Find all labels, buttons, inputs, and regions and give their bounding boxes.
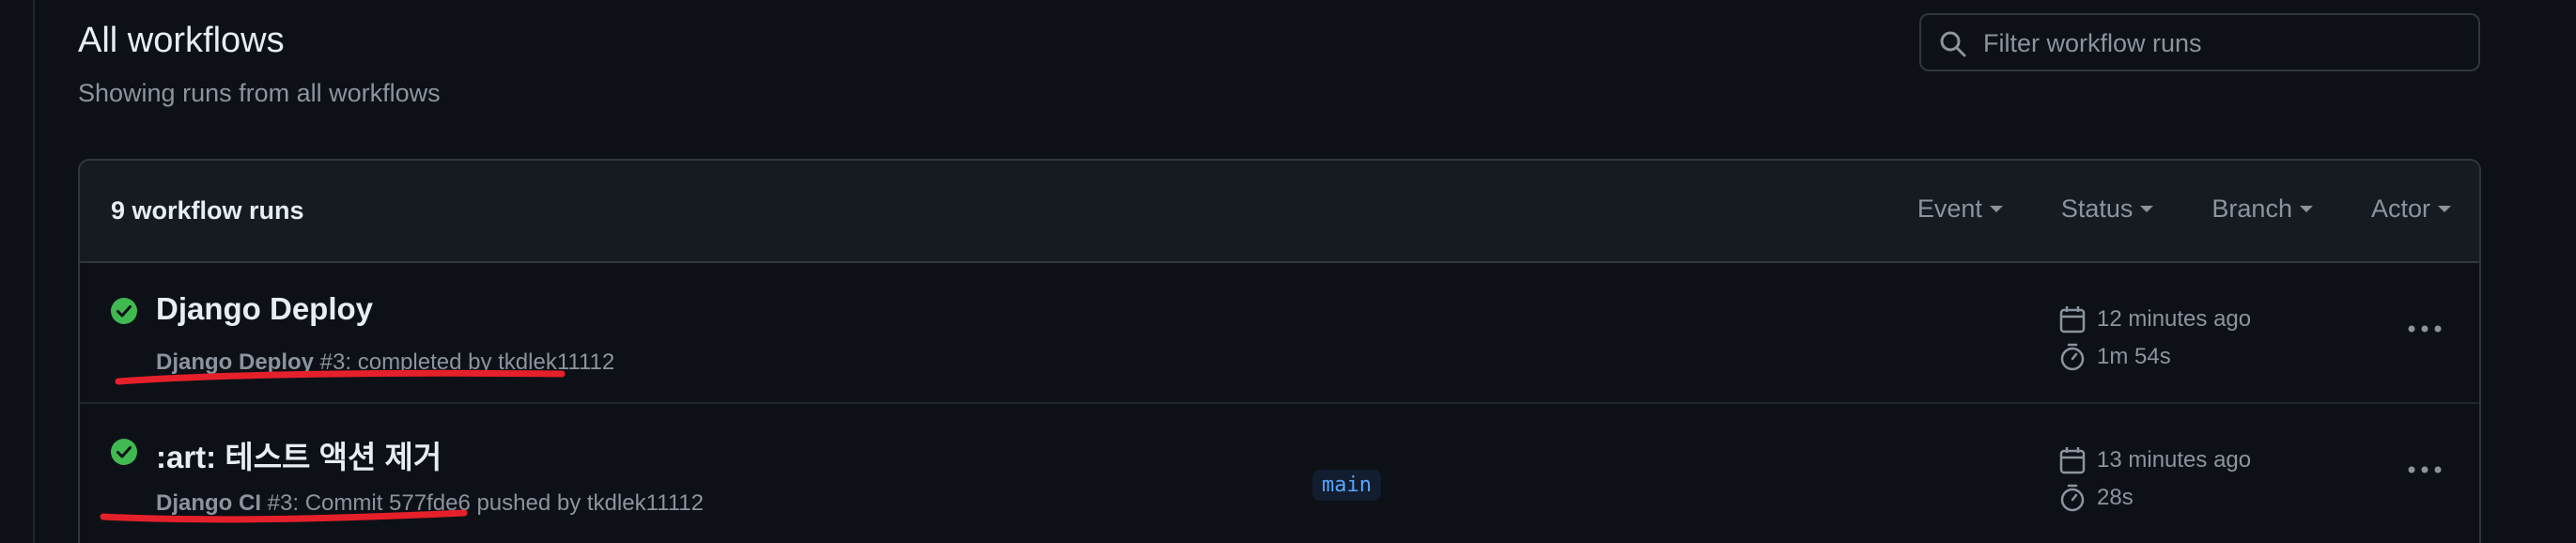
- run-title-link[interactable]: Django Deploy: [156, 291, 373, 327]
- caret-down-icon: [2140, 206, 2154, 212]
- caret-down-icon: [2299, 206, 2313, 212]
- check-circle-icon: [111, 439, 137, 465]
- filter-menus: Event Status Branch Actor: [1859, 194, 2451, 224]
- workflow-run-count: 9 workflow runs: [111, 196, 304, 225]
- run-started-text: 12 minutes ago: [2097, 306, 2252, 332]
- run-duration: 28s: [2059, 479, 2251, 517]
- actor-filter-button[interactable]: Actor: [2371, 194, 2451, 224]
- calendar-icon: [2059, 447, 2086, 474]
- kebab-horizontal-icon: [2408, 466, 2442, 473]
- sidebar-divider: [33, 0, 35, 543]
- workflow-runs-box: 9 workflow runs Event Status Branch Acto…: [78, 159, 2481, 543]
- kebab-horizontal-icon: [2408, 325, 2442, 333]
- branch-badge[interactable]: main: [1312, 470, 1381, 501]
- run-duration-text: 1m 54s: [2097, 344, 2171, 369]
- caret-down-icon: [1989, 206, 2003, 212]
- workflow-run-row[interactable]: Django Deploy Django Deploy #3: complete…: [80, 263, 2479, 404]
- run-duration-text: 28s: [2097, 485, 2134, 510]
- run-started: 12 minutes ago: [2059, 301, 2251, 338]
- run-detail: #3: completed by tkdlek11112: [314, 349, 615, 375]
- page-subtitle: Showing runs from all workflows: [78, 79, 441, 107]
- calendar-icon: [2059, 306, 2086, 334]
- filter-workflow-runs[interactable]: [1919, 13, 2480, 71]
- run-detail: #3: Commit 577fde6 pushed by tkdlek11112: [261, 490, 704, 516]
- workflow-name: Django CI: [156, 490, 261, 516]
- workflow-run-row[interactable]: :art: 테스트 액션 제거 Django CI #3: Commit 577…: [80, 404, 2479, 543]
- more-options-button[interactable]: [2404, 312, 2445, 346]
- run-duration: 1m 54s: [2059, 338, 2251, 376]
- status-filter-label: Status: [2060, 194, 2134, 223]
- run-title-link[interactable]: :art: 테스트 액션 제거: [156, 432, 442, 477]
- search-input[interactable]: [1981, 23, 2474, 64]
- stopwatch-icon: [2060, 343, 2085, 371]
- run-timing: 12 minutes ago 1m 54s: [2059, 301, 2251, 376]
- event-filter-label: Event: [1916, 194, 1982, 223]
- run-timing: 13 minutes ago 28s: [2059, 442, 2251, 517]
- run-started: 13 minutes ago: [2059, 442, 2251, 479]
- stopwatch-icon: [2060, 484, 2085, 512]
- branch-filter-label: Branch: [2211, 194, 2292, 223]
- run-meta: Django CI #3: Commit 577fde6 pushed by t…: [156, 490, 704, 517]
- workflow-name: Django Deploy: [156, 349, 315, 375]
- runs-box-header: 9 workflow runs Event Status Branch Acto…: [80, 161, 2479, 263]
- caret-down-icon: [2438, 206, 2451, 212]
- more-options-button[interactable]: [2404, 453, 2445, 487]
- branch-filter-button[interactable]: Branch: [2211, 194, 2313, 224]
- workflows-page: All workflows Showing runs from all work…: [0, 0, 2576, 543]
- event-filter-button[interactable]: Event: [1917, 194, 2003, 224]
- actor-filter-label: Actor: [2370, 194, 2430, 223]
- run-started-text: 13 minutes ago: [2097, 447, 2252, 473]
- page-title: All workflows: [78, 21, 285, 60]
- status-filter-button[interactable]: Status: [2061, 194, 2154, 224]
- run-meta: Django Deploy #3: completed by tkdlek111…: [156, 349, 614, 376]
- check-circle-icon: [111, 298, 137, 324]
- search-icon: [1940, 31, 1966, 57]
